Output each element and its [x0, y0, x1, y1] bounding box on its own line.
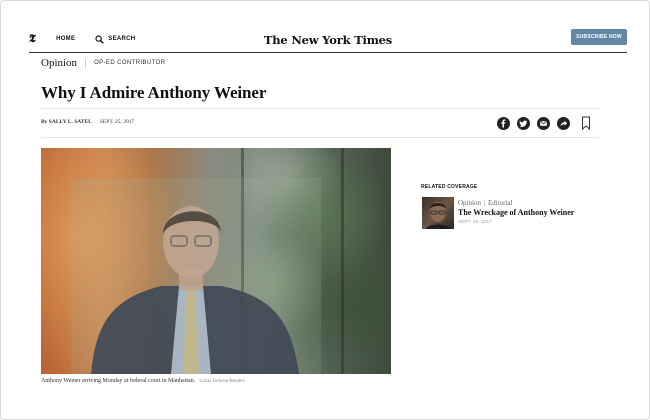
more-share-button[interactable] [557, 116, 570, 130]
email-share-button[interactable] [537, 116, 550, 130]
bookmark-icon[interactable] [581, 116, 591, 130]
subscribe-button[interactable]: SUBSCRIBE NOW [571, 29, 627, 45]
byline-author[interactable]: By SALLY L. SATEL [41, 119, 92, 125]
related-label: Editorial [487, 199, 513, 207]
person-figure [71, 178, 321, 374]
related-section: Opinion [458, 199, 481, 207]
masthead: 𝕿 HOME SEARCH The New York Times SUBSCRI… [29, 29, 627, 53]
section-kicker: OP-ED CONTRIBUTOR [94, 60, 166, 66]
byline-date: SEPT. 25, 2017 [99, 119, 135, 125]
search-icon [95, 34, 104, 44]
nav-left: 𝕿 HOME SEARCH [29, 34, 136, 45]
facebook-icon [501, 119, 506, 127]
section-link-opinion[interactable]: Opinion [41, 57, 77, 69]
divider [41, 137, 599, 138]
article-headline: Why I Admire Anthony Weiner [41, 83, 267, 102]
related-kicker: Opinion Editorial [458, 199, 574, 207]
t-logo-icon[interactable]: 𝕿 [29, 34, 36, 45]
home-link[interactable]: HOME [56, 36, 75, 42]
facebook-share-button[interactable] [497, 116, 510, 130]
byline: By SALLY L. SATEL SEPT. 25, 2017 [41, 119, 134, 125]
caption-credit: Lucas Jackson/Reuters [199, 379, 245, 384]
article-photo [41, 148, 391, 374]
search-button[interactable]: SEARCH [95, 34, 136, 44]
share-toolbar [497, 116, 591, 130]
browser-frame: 𝕿 HOME SEARCH The New York Times SUBSCRI… [0, 0, 650, 420]
related-article-date: SEPT. 25, 2017 [458, 219, 493, 224]
twitter-share-button[interactable] [517, 116, 530, 130]
related-article-title[interactable]: The Wreckage of Anthony Weiner [458, 208, 574, 217]
photo-caption: Anthony Weiner arriving Monday at federa… [41, 378, 245, 384]
nyt-logo[interactable]: The New York Times [264, 33, 392, 47]
related-article[interactable]: Opinion Editorial The Wreckage of Anthon… [422, 197, 602, 231]
share-icon [560, 120, 567, 126]
email-icon [539, 120, 548, 126]
caption-text: Anthony Weiner arriving Monday at federa… [41, 378, 196, 384]
section-divider [85, 58, 87, 68]
related-coverage-heading: RELATED COVERAGE [421, 184, 478, 190]
search-label: SEARCH [108, 36, 136, 42]
twitter-icon [519, 120, 527, 127]
section-line: Opinion OP-ED CONTRIBUTOR [41, 57, 165, 69]
related-article-thumbnail[interactable] [422, 197, 454, 229]
divider [41, 108, 599, 109]
